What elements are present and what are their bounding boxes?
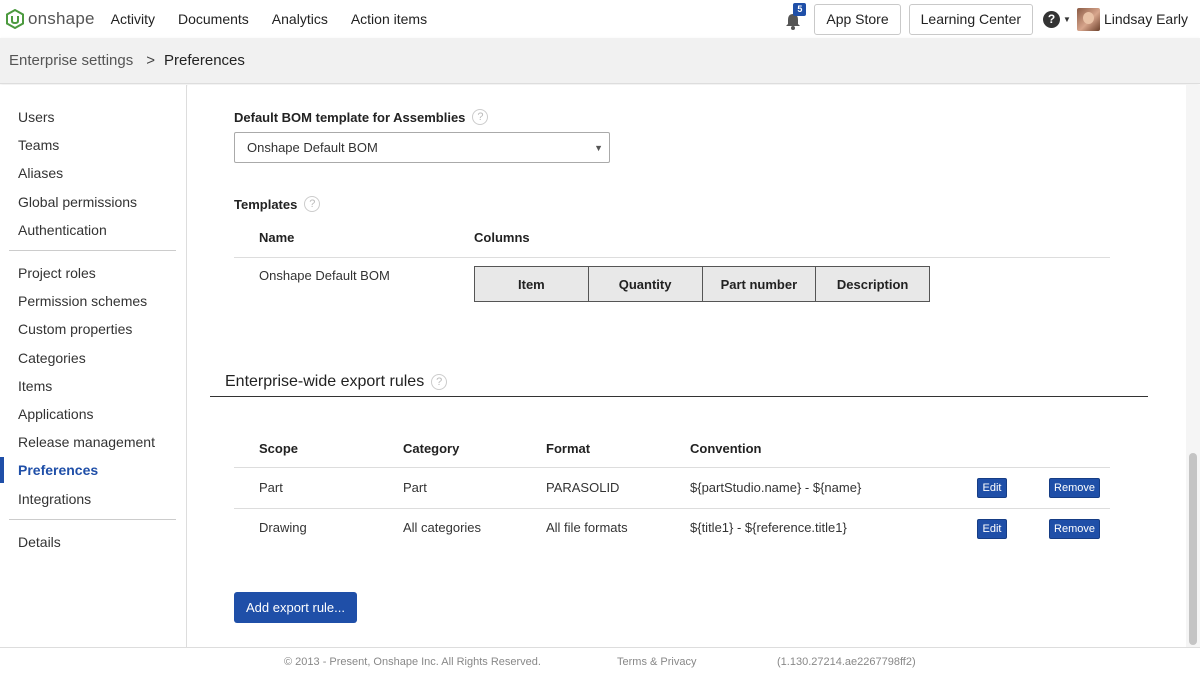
export-rules-title-text: Enterprise-wide export rules: [225, 373, 425, 390]
sidebar-item-categories[interactable]: Categories: [0, 344, 186, 372]
scrollbar-thumb[interactable]: [1189, 453, 1197, 645]
template-name: Onshape Default BOM: [259, 268, 390, 283]
onshape-logo-icon: [6, 9, 24, 29]
export-row-category: Part: [403, 480, 427, 495]
table-divider: [234, 467, 1110, 468]
sidebar-item-users[interactable]: Users: [0, 103, 186, 131]
export-header-category: Category: [403, 441, 460, 456]
sidebar-divider: [9, 518, 176, 520]
sidebar-item-teams[interactable]: Teams: [0, 131, 186, 159]
footer-terms-link[interactable]: Terms & Privacy: [617, 656, 696, 668]
sidebar-item-custom-properties[interactable]: Custom properties: [0, 315, 186, 343]
sidebar-item-aliases[interactable]: Aliases: [0, 159, 186, 187]
notification-badge: 5: [793, 3, 807, 16]
column-part-number: Part number: [702, 267, 817, 301]
remove-rule-button[interactable]: Remove: [1049, 519, 1100, 539]
footer-copyright: © 2013 - Present, Onshape Inc. All Right…: [284, 656, 541, 668]
column-quantity: Quantity: [588, 267, 703, 301]
notifications-button[interactable]: 5: [784, 3, 807, 30]
top-nav: onshape Activity Documents Analytics Act…: [0, 0, 1200, 38]
templates-header-name: Name: [259, 230, 295, 245]
app-store-button[interactable]: App Store: [814, 3, 901, 35]
user-name[interactable]: Lindsay Early: [1104, 11, 1188, 27]
avatar[interactable]: [1076, 7, 1100, 31]
export-header-convention: Convention: [690, 441, 762, 456]
help-icon[interactable]: ?: [304, 196, 321, 212]
help-icon[interactable]: ?: [472, 109, 489, 125]
sidebar-item-integrations[interactable]: Integrations: [0, 484, 186, 512]
table-divider: [234, 257, 1110, 258]
help-menu[interactable]: ? ▼: [1043, 10, 1071, 28]
column-description: Description: [816, 267, 929, 301]
nav-action-items[interactable]: Action items: [351, 11, 427, 27]
sidebar-item-permission-schemes[interactable]: Permission schemes: [0, 287, 186, 315]
sidebar-item-applications[interactable]: Applications: [0, 400, 186, 428]
main-nav: Activity Documents Analytics Action item…: [111, 11, 450, 27]
export-row-scope: Part: [259, 480, 283, 495]
export-rules-title: Enterprise-wide export rules ?: [225, 373, 448, 391]
chevron-down-icon: ▼: [594, 143, 603, 153]
nav-documents[interactable]: Documents: [178, 11, 249, 27]
sidebar-divider: [9, 249, 176, 251]
sidebar-item-preferences[interactable]: Preferences: [0, 456, 186, 484]
edit-rule-button[interactable]: Edit: [977, 478, 1007, 498]
export-header-format: Format: [546, 441, 591, 456]
export-row-convention: ${partStudio.name} - ${name}: [690, 480, 862, 495]
footer-version: (1.130.27214.ae2267798ff2): [777, 656, 916, 668]
chevron-right-icon: >: [146, 52, 155, 69]
table-divider: [234, 508, 1110, 509]
sidebar-item-project-roles[interactable]: Project roles: [0, 259, 186, 287]
nav-activity[interactable]: Activity: [111, 11, 155, 27]
templates-label: Templates ?: [234, 196, 321, 212]
export-row-format: PARASOLID: [546, 480, 620, 495]
add-export-rule-button[interactable]: Add export rule...: [234, 592, 357, 623]
bom-template-selected: Onshape Default BOM: [247, 140, 378, 155]
footer: © 2013 - Present, Onshape Inc. All Right…: [0, 647, 1200, 675]
templates-header-columns: Columns: [474, 230, 530, 245]
sidebar-item-global-permissions[interactable]: Global permissions: [0, 188, 186, 216]
chevron-down-icon: ▼: [1063, 14, 1071, 24]
nav-analytics[interactable]: Analytics: [272, 11, 328, 27]
export-row-convention: ${title1} - ${reference.title1}: [690, 520, 847, 535]
help-icon: ?: [1043, 10, 1061, 28]
template-columns: Item Quantity Part number Description: [474, 266, 930, 302]
remove-rule-button[interactable]: Remove: [1049, 478, 1100, 498]
templates-label-text: Templates: [234, 196, 298, 212]
main-content: Default BOM template for Assemblies ? On…: [188, 85, 1186, 647]
sidebar-item-details[interactable]: Details: [0, 528, 186, 556]
sidebar-item-release-management[interactable]: Release management: [0, 428, 186, 456]
bom-template-select[interactable]: Onshape Default BOM ▼: [234, 132, 610, 163]
export-row-format: All file formats: [546, 520, 628, 535]
sidebar: Users Teams Aliases Global permissions A…: [0, 85, 187, 647]
sidebar-item-authentication[interactable]: Authentication: [0, 216, 186, 244]
logo-text: onshape: [28, 9, 95, 28]
help-icon[interactable]: ?: [431, 374, 448, 390]
edit-rule-button[interactable]: Edit: [977, 519, 1007, 539]
export-row-category: All categories: [403, 520, 482, 535]
bom-template-label-text: Default BOM template for Assemblies: [234, 109, 466, 125]
learning-center-button[interactable]: Learning Center: [908, 3, 1034, 35]
section-divider: [210, 396, 1148, 397]
sidebar-item-items[interactable]: Items: [0, 372, 186, 400]
breadcrumb-enterprise-settings[interactable]: Enterprise settings: [9, 52, 133, 69]
breadcrumb: Enterprise settings > Preferences: [0, 38, 1200, 84]
breadcrumb-current: Preferences: [164, 52, 245, 69]
bom-template-label: Default BOM template for Assemblies ?: [234, 109, 489, 125]
nav-right: 5 App Store Learning Center ? ▼ Lindsay …: [784, 0, 1200, 38]
column-item: Item: [475, 267, 589, 301]
onshape-logo[interactable]: onshape: [6, 9, 95, 29]
scrollbar[interactable]: [1186, 85, 1200, 647]
export-header-scope: Scope: [259, 441, 299, 456]
export-row-scope: Drawing: [259, 520, 307, 535]
